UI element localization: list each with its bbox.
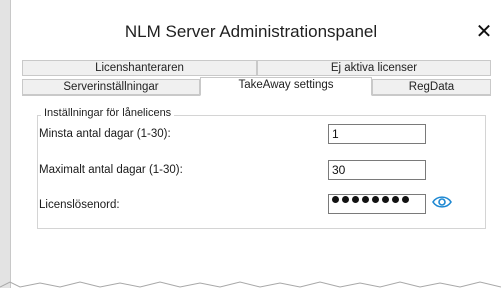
tab-serverinstallningar[interactable]: Serverinställningar bbox=[22, 79, 200, 95]
tab-ej-aktiva-licenser[interactable]: Ej aktiva licenser bbox=[257, 60, 491, 76]
min-days-input[interactable]: 1 bbox=[328, 124, 426, 144]
tab-regdata[interactable]: RegData bbox=[372, 79, 491, 95]
min-days-label: Minsta antal dagar (1-30): bbox=[39, 128, 171, 140]
password-label: Licenslösenord: bbox=[39, 199, 120, 211]
password-mask bbox=[332, 196, 409, 203]
max-days-label: Maximalt antal dagar (1-30): bbox=[39, 164, 183, 176]
tab-licenshanteraren[interactable]: Licenshanteraren bbox=[22, 60, 257, 76]
max-days-input[interactable]: 30 bbox=[328, 160, 426, 180]
left-edge-background bbox=[0, 0, 10, 288]
bottom-edge-artifact bbox=[0, 281, 501, 288]
group-legend: Inställningar för lånelicens bbox=[41, 107, 175, 119]
eye-icon[interactable] bbox=[432, 194, 452, 210]
window-title: NLM Server Administrationspanel bbox=[124, 22, 378, 41]
tab-takeaway-settings[interactable]: TakeAway settings bbox=[200, 77, 372, 96]
close-icon[interactable]: ✕ bbox=[471, 20, 497, 44]
